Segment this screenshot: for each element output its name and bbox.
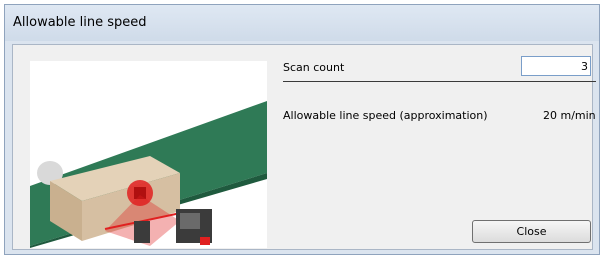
dialog-content: Scan count Allowable line speed (approxi… xyxy=(12,44,596,250)
close-button[interactable]: Close xyxy=(472,220,591,243)
line-speed-label: Allowable line speed (approximation) xyxy=(283,109,488,122)
line-speed-value: 20 m/min xyxy=(543,109,596,122)
conveyor-illustration xyxy=(30,61,267,248)
title-bar[interactable]: Allowable line speed xyxy=(5,5,599,41)
scan-count-label: Scan count xyxy=(283,61,345,74)
photoelectric-sensor-icon xyxy=(134,221,150,243)
window-title: Allowable line speed xyxy=(13,15,147,30)
scan-count-field[interactable] xyxy=(521,56,591,76)
conveyor-belt-illustration xyxy=(30,101,267,248)
divider xyxy=(283,81,596,82)
dialog-window: Allowable line speed Scan count 3 Allowa… xyxy=(4,4,600,255)
